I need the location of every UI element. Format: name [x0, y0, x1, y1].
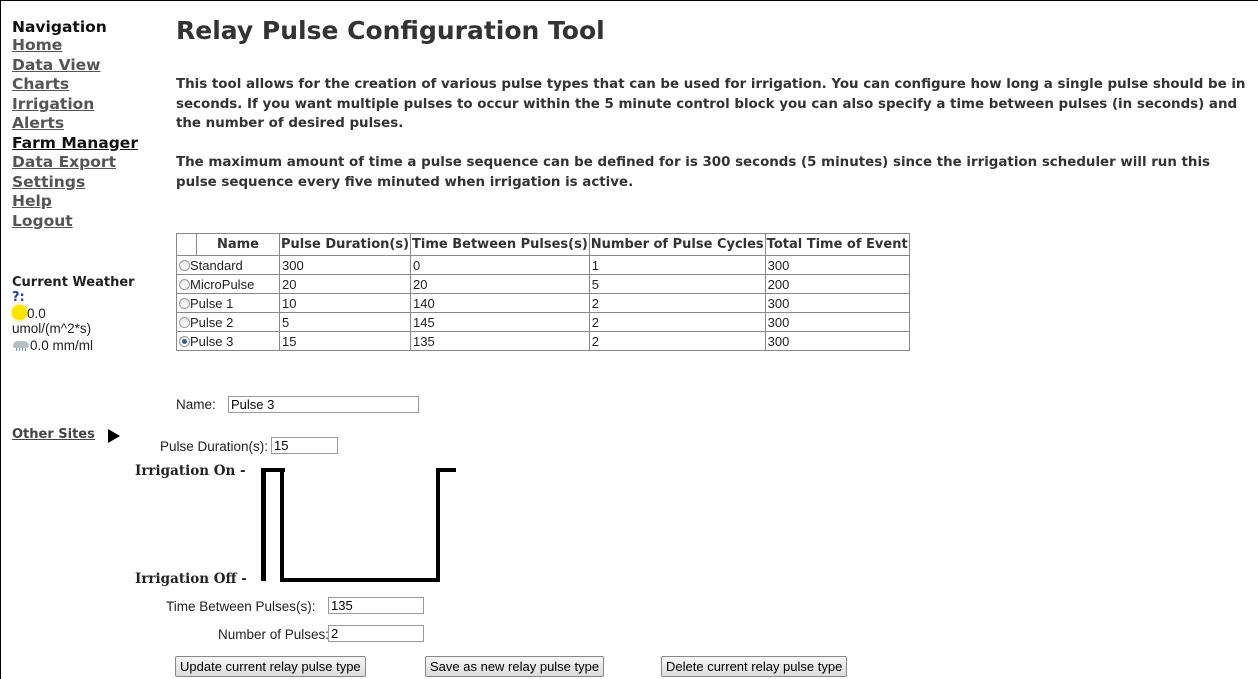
- name-cell: Pulse 2: [176, 312, 280, 332]
- row-radio-selected[interactable]: [179, 335, 190, 347]
- nav-link-irrigation[interactable]: Irrigation: [12, 95, 162, 115]
- duration-cell: 20: [278, 274, 412, 294]
- pulse-waveform-left-edge: [261, 468, 266, 581]
- update-pulse-type-button[interactable]: Update current relay pulse type: [175, 656, 366, 677]
- row-name: Pulse 2: [190, 314, 234, 330]
- name-cell: Standard: [176, 255, 280, 275]
- column-header-name: Name: [196, 233, 280, 256]
- name-input[interactable]: [228, 396, 419, 413]
- cycles-cell: 2: [588, 312, 766, 332]
- name-cell: Pulse 3: [176, 331, 280, 351]
- column-header-total: Total Time of Event: [764, 233, 910, 256]
- pulse-types-table: Name Pulse Duration(s) Time Between Puls…: [176, 233, 910, 351]
- pulse-duration-input[interactable]: [271, 437, 338, 454]
- nav-link-settings[interactable]: Settings: [12, 173, 162, 193]
- name-label: Name:: [176, 397, 216, 412]
- total-cell: 300: [764, 255, 910, 275]
- table-header-row: Name Pulse Duration(s) Time Between Puls…: [176, 233, 910, 256]
- irrigation-on-label: Irrigation On -: [135, 463, 246, 479]
- table-row[interactable]: Pulse 2 5 145 2 300: [176, 312, 910, 332]
- table-row[interactable]: Pulse 3 15 135 2 300: [176, 331, 910, 351]
- nav-link-logout[interactable]: Logout: [12, 212, 162, 232]
- between-cell: 0: [410, 255, 590, 275]
- sun-icon: [12, 305, 27, 320]
- nav-link-home[interactable]: Home: [12, 36, 162, 56]
- pulse-rise-edge: [436, 468, 440, 582]
- time-between-label: Time Between Pulses(s):: [166, 599, 316, 614]
- light-unit: umol/(m^2*s): [12, 321, 92, 336]
- nav-link-farm-manager[interactable]: Farm Manager: [12, 134, 162, 154]
- cycles-cell: 2: [588, 331, 766, 351]
- duration-cell: 15: [278, 331, 412, 351]
- weather-unknown-label[interactable]: ?:: [12, 290, 162, 305]
- select-column-header: [176, 233, 197, 256]
- name-cell: Pulse 1: [176, 293, 280, 313]
- row-name: Pulse 1: [190, 295, 234, 311]
- rain-reading: 0.0 mm/ml: [12, 338, 162, 353]
- name-cell: MicroPulse: [176, 274, 280, 294]
- row-radio[interactable]: [179, 259, 190, 271]
- row-radio[interactable]: [179, 316, 190, 328]
- light-reading: 0.0: [12, 305, 162, 321]
- row-name: MicroPulse: [190, 276, 255, 292]
- cycles-cell: 1: [588, 255, 766, 275]
- table-row[interactable]: MicroPulse 20 20 5 200: [176, 274, 910, 294]
- other-sites-link[interactable]: Other Sites: [12, 427, 95, 442]
- delete-pulse-type-button[interactable]: Delete current relay pulse type: [661, 656, 848, 677]
- pulse-off-segment: [280, 578, 440, 582]
- weather-title: Current Weather: [12, 275, 135, 290]
- total-cell: 200: [764, 274, 910, 294]
- row-radio[interactable]: [179, 278, 190, 290]
- intro-paragraph: This tool allows for the creation of var…: [176, 77, 1246, 131]
- row-radio[interactable]: [179, 297, 190, 309]
- total-cell: 300: [764, 293, 910, 313]
- nav-link-data-view[interactable]: Data View: [12, 56, 162, 76]
- sidebar-nav: Navigation Home Data View Charts Irrigat…: [12, 19, 162, 231]
- total-cell: 300: [764, 312, 910, 332]
- duration-cell: 5: [278, 312, 412, 332]
- between-cell: 135: [410, 331, 590, 351]
- light-value: 0.0: [27, 306, 46, 321]
- expand-arrow-icon[interactable]: [108, 429, 120, 443]
- column-header-duration: Pulse Duration(s): [278, 233, 412, 256]
- total-cell: 300: [764, 331, 910, 351]
- current-weather-panel: Current Weather ?: 0.0 umol/(m^2*s) 0.0 …: [12, 275, 162, 353]
- nav-link-charts[interactable]: Charts: [12, 75, 162, 95]
- duration-cell: 10: [278, 293, 412, 313]
- cycles-cell: 5: [588, 274, 766, 294]
- row-name: Standard: [190, 257, 243, 273]
- between-cell: 145: [410, 312, 590, 332]
- nav-title: Navigation: [12, 18, 107, 36]
- table-row[interactable]: Standard 300 0 1 300: [176, 255, 910, 275]
- save-new-pulse-type-button[interactable]: Save as new relay pulse type: [425, 656, 605, 677]
- table-row[interactable]: Pulse 1 10 140 2 300: [176, 293, 910, 313]
- duration-cell: 300: [278, 255, 412, 275]
- time-between-input[interactable]: [328, 597, 424, 614]
- number-of-pulses-label: Number of Pulses:: [218, 627, 330, 642]
- pulse-fall-edge: [280, 468, 284, 582]
- pulse-next-on-segment: [436, 468, 456, 472]
- between-cell: 140: [410, 293, 590, 313]
- between-cell: 20: [410, 274, 590, 294]
- pulse-duration-label: Pulse Duration(s):: [160, 439, 269, 454]
- page-title: Relay Pulse Configuration Tool: [176, 16, 605, 45]
- rain-value: 0.0 mm/ml: [30, 338, 94, 353]
- nav-link-data-export[interactable]: Data Export: [12, 153, 162, 173]
- nav-link-alerts[interactable]: Alerts: [12, 114, 162, 134]
- rain-cloud-icon: [12, 339, 30, 351]
- column-header-between: Time Between Pulses(s): [410, 233, 590, 256]
- irrigation-off-label: Irrigation Off -: [135, 571, 247, 587]
- column-header-cycles: Number of Pulse Cycles: [588, 233, 766, 256]
- number-of-pulses-input[interactable]: [328, 625, 424, 642]
- limit-paragraph: The maximum amount of time a pulse seque…: [176, 155, 1211, 190]
- nav-link-help[interactable]: Help: [12, 192, 162, 212]
- cycles-cell: 2: [588, 293, 766, 313]
- row-name: Pulse 3: [190, 333, 234, 349]
